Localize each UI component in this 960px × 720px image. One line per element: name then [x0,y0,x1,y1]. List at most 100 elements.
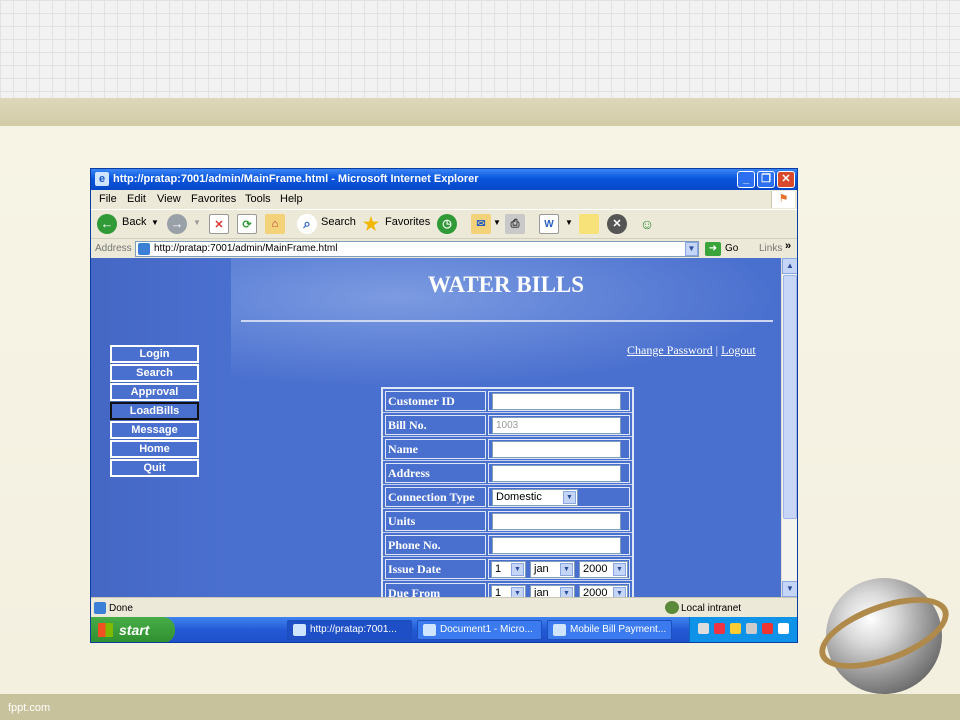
task-word-document[interactable]: Document1 - Micro... [417,620,542,640]
security-icon[interactable] [714,623,725,634]
chevron-down-icon: ▼ [563,491,576,504]
volume-icon[interactable] [746,623,757,634]
bill-no-label: Bill No. [385,415,486,435]
tray-app-icon[interactable] [730,623,741,634]
mail-icon[interactable]: ✉ [471,214,491,234]
due-year-value: 2000 [583,587,608,597]
stop-icon[interactable]: ✕ [209,214,229,234]
menu-edit[interactable]: Edit [127,193,146,205]
nav-home-button[interactable]: Home [110,440,199,458]
go-button-label[interactable]: Go [725,243,738,254]
close-button[interactable]: ✕ [777,171,795,188]
system-tray [689,617,797,642]
form-row-due-from: Due From 1 ▼ jan ▼ 2000 ▼ [383,581,632,597]
issue-year-select[interactable]: 2000 ▼ [579,561,628,578]
intranet-zone-icon [665,601,679,614]
vertical-scrollbar[interactable]: ▲ ▼ [781,258,797,597]
chevron-down-icon: ▼ [560,587,573,597]
issue-month-select[interactable]: jan ▼ [530,561,575,578]
menu-tools[interactable]: Tools [245,193,271,205]
due-year-select[interactable]: 2000 ▼ [579,585,628,597]
slide-bottom-band [0,694,960,720]
logout-link[interactable]: Logout [721,343,756,357]
customer-id-label: Customer ID [385,391,486,411]
nav-login-button[interactable]: Login [110,345,199,363]
form-row-issue-date: Issue Date 1 ▼ jan ▼ 2000 ▼ [383,557,632,581]
form-row-bill-no: Bill No. 1003 [383,413,632,437]
phone-no-label: Phone No. [385,535,486,555]
home-icon[interactable]: ⌂ [265,214,285,234]
ie-task-icon [553,624,566,636]
connection-type-select[interactable]: Domestic ▼ [492,489,578,506]
minimize-button[interactable]: _ [737,171,755,188]
search-button-label[interactable]: Search [321,216,356,228]
due-month-select[interactable]: jan ▼ [530,585,575,597]
tray-window-icon[interactable] [778,623,789,634]
forward-arrow-icon[interactable]: → [167,214,187,234]
restore-button[interactable]: ❐ [757,171,775,188]
links-chevron-icon[interactable]: » [785,240,791,252]
menu-file[interactable]: File [99,193,117,205]
form-row-connection-type: Connection Type Domestic ▼ [383,485,632,509]
favorites-star-icon[interactable]: ★ [361,214,381,234]
mail-dropdown-icon[interactable]: ▼ [493,218,501,227]
address-dropdown-icon[interactable]: ▼ [685,242,698,256]
back-button-label[interactable]: Back [122,216,146,228]
task-label: Mobile Bill Payment... [570,624,667,635]
messenger-icon[interactable]: ☺ [637,214,657,234]
issue-month-value: jan [534,563,549,575]
bill-no-input[interactable]: 1003 [492,417,621,434]
phone-no-input[interactable] [492,537,621,554]
form-row-phone-no: Phone No. [383,533,632,557]
form-row-name: Name [383,437,632,461]
discuss-icon[interactable] [579,214,599,234]
connection-type-label: Connection Type [385,487,486,507]
nav-quit-button[interactable]: Quit [110,459,199,477]
refresh-icon[interactable]: ⟳ [237,214,257,234]
links-label[interactable]: Links [759,243,782,254]
taskbar: start http://pratap:7001... Document1 - … [91,617,797,642]
nav-search-button[interactable]: Search [110,364,199,382]
word-edit-icon[interactable]: W [539,214,559,234]
scroll-down-icon[interactable]: ▼ [782,581,797,597]
page-done-icon [94,602,106,614]
task-mobile-bill[interactable]: Mobile Bill Payment... [547,620,672,640]
address-field-input[interactable] [492,465,621,482]
toolbar: ← Back ▼ → ▼ ✕ ⟳ ⌂ ⌕ Search ★ Favorites … [91,209,797,238]
search-icon[interactable]: ⌕ [297,214,317,234]
back-arrow-icon[interactable]: ← [97,214,117,234]
title-divider [241,320,773,322]
nav-approval-button[interactable]: Approval [110,383,199,401]
units-input[interactable] [492,513,621,530]
edit-dropdown-icon[interactable]: ▼ [565,218,573,227]
antivirus-icon[interactable] [762,623,773,634]
back-dropdown-icon[interactable]: ▼ [151,218,159,227]
go-arrow-icon[interactable]: ➜ [705,242,721,256]
menu-favorites[interactable]: Favorites [191,193,236,205]
menu-help[interactable]: Help [280,193,303,205]
customer-id-input[interactable] [492,393,621,410]
due-day-select[interactable]: 1 ▼ [491,585,526,597]
favorites-button-label[interactable]: Favorites [385,216,430,228]
address-input[interactable]: http://pratap:7001/admin/MainFrame.html [135,241,699,257]
title-bar[interactable]: e http://pratap:7001/admin/MainFrame.htm… [91,169,797,190]
forward-dropdown-icon[interactable]: ▼ [193,218,201,227]
name-input[interactable] [492,441,621,458]
chevron-down-icon: ▼ [511,563,524,576]
network-icon[interactable] [698,623,709,634]
due-day-value: 1 [495,587,502,597]
menu-view[interactable]: View [157,193,181,205]
issue-day-select[interactable]: 1 ▼ [491,561,526,578]
start-button[interactable]: start [91,617,175,642]
research-icon[interactable]: ✕ [607,214,627,234]
nav-loadbills-button[interactable]: LoadBills [110,402,199,420]
browser-window: e http://pratap:7001/admin/MainFrame.htm… [90,168,798,643]
task-ie-window[interactable]: http://pratap:7001... [287,620,412,640]
scroll-thumb[interactable] [783,275,797,519]
scroll-up-icon[interactable]: ▲ [782,258,797,274]
change-password-link[interactable]: Change Password [627,343,713,357]
print-icon[interactable]: ⎙ [505,214,525,234]
chevron-down-icon: ▼ [511,587,524,597]
history-icon[interactable]: ◷ [437,214,457,234]
nav-message-button[interactable]: Message [110,421,199,439]
